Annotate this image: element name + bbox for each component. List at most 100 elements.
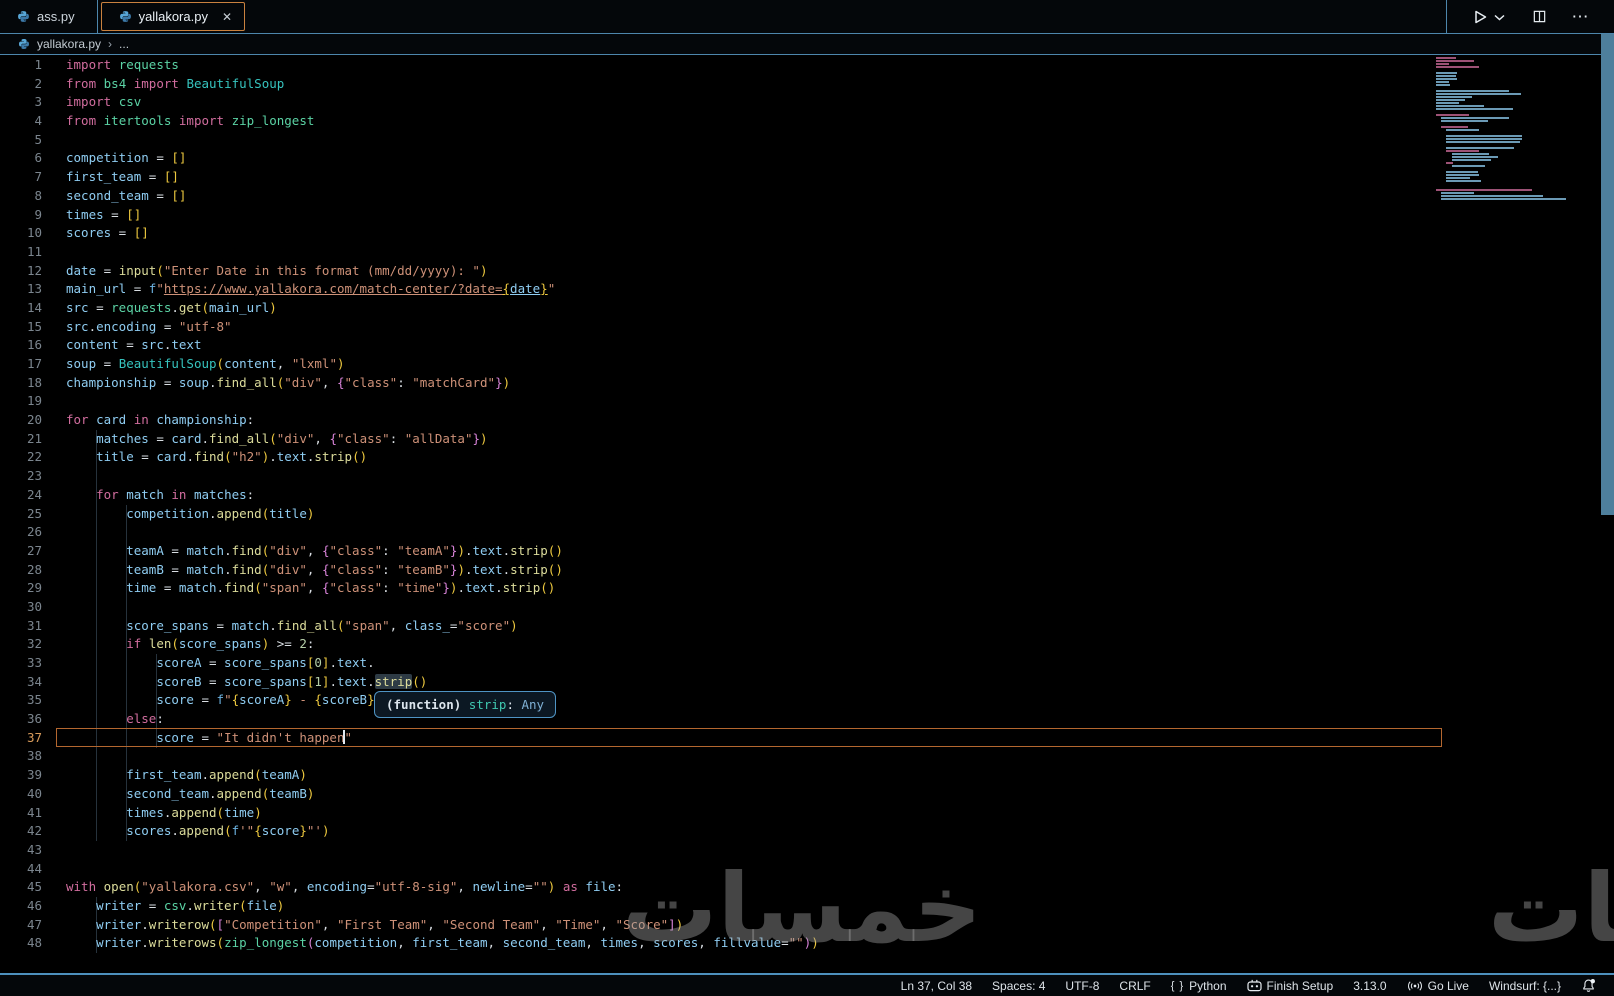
- code-line-3[interactable]: 3 import csv: [0, 93, 1614, 112]
- code-line-1[interactable]: 1 import requests: [0, 56, 1614, 75]
- code-line-13[interactable]: 13 main_url = f"https://www.yallakora.com…: [0, 280, 1614, 299]
- code-line-43[interactable]: 43: [0, 841, 1614, 860]
- line-number[interactable]: 22: [0, 448, 42, 467]
- code-line-24[interactable]: 24 for match in matches:: [0, 486, 1614, 505]
- line-number[interactable]: 24: [0, 486, 42, 505]
- line-number[interactable]: 44: [0, 860, 42, 879]
- line-number[interactable]: 21: [0, 430, 42, 449]
- line-number[interactable]: 40: [0, 785, 42, 804]
- line-number[interactable]: 33: [0, 654, 42, 673]
- code-line-2[interactable]: 2 from bs4 import BeautifulSoup: [0, 75, 1614, 94]
- code-line-29[interactable]: 29 time = match.find("span", {"class": "…: [0, 579, 1614, 598]
- code-line-23[interactable]: 23: [0, 467, 1614, 486]
- code-line-5[interactable]: 5: [0, 131, 1614, 150]
- code-line-28[interactable]: 28 teamB = match.find("div", {"class": "…: [0, 561, 1614, 580]
- code-line-39[interactable]: 39 first_team.append(teamA): [0, 766, 1614, 785]
- status-go-live[interactable]: Go Live: [1397, 979, 1479, 993]
- line-number[interactable]: 27: [0, 542, 42, 561]
- code-line-35[interactable]: 35 score = f"{scoreA} - {scoreB}": [0, 691, 1614, 710]
- status-eol[interactable]: CRLF: [1109, 979, 1160, 993]
- line-number[interactable]: 48: [0, 934, 42, 953]
- line-number[interactable]: 23: [0, 467, 42, 486]
- minimap[interactable]: [1436, 57, 1598, 201]
- code-line-9[interactable]: 9 times = []: [0, 206, 1614, 225]
- code-line-48[interactable]: 48 writer.writerows(zip_longest(competit…: [0, 934, 1614, 953]
- status-python-version[interactable]: 3.13.0: [1343, 979, 1396, 993]
- line-number[interactable]: 5: [0, 131, 42, 150]
- line-number[interactable]: 42: [0, 822, 42, 841]
- status-cursor-position[interactable]: Ln 37, Col 38: [891, 979, 982, 993]
- code-line-36[interactable]: 36 else:: [0, 710, 1614, 729]
- line-number[interactable]: 31: [0, 617, 42, 636]
- line-number[interactable]: 4: [0, 112, 42, 131]
- line-number[interactable]: 29: [0, 579, 42, 598]
- code-line-38[interactable]: 38: [0, 747, 1614, 766]
- breadcrumb-symbol[interactable]: ...: [119, 37, 129, 51]
- status-finish-setup[interactable]: Finish Setup: [1237, 979, 1344, 993]
- line-number[interactable]: 41: [0, 804, 42, 823]
- line-number[interactable]: 13: [0, 280, 42, 299]
- line-number[interactable]: 36: [0, 710, 42, 729]
- code-line-40[interactable]: 40 second_team.append(teamB): [0, 785, 1614, 804]
- line-number[interactable]: 28: [0, 561, 42, 580]
- code-line-20[interactable]: 20 for card in championship:: [0, 411, 1614, 430]
- code-line-31[interactable]: 31 score_spans = match.find_all("span", …: [0, 617, 1614, 636]
- line-number[interactable]: 20: [0, 411, 42, 430]
- line-number[interactable]: 19: [0, 392, 42, 411]
- line-number[interactable]: 10: [0, 224, 42, 243]
- code-line-14[interactable]: 14 src = requests.get(main_url): [0, 299, 1614, 318]
- code-line-11[interactable]: 11: [0, 243, 1614, 262]
- code-line-19[interactable]: 19: [0, 392, 1614, 411]
- code-line-16[interactable]: 16 content = src.text: [0, 336, 1614, 355]
- code-line-46[interactable]: 46 writer = csv.writer(file): [0, 897, 1614, 916]
- status-indentation[interactable]: Spaces: 4: [982, 979, 1055, 993]
- line-number[interactable]: 16: [0, 336, 42, 355]
- run-button[interactable]: [1472, 9, 1508, 25]
- code-line-34[interactable]: 34 scoreB = score_spans[1].text.strip(): [0, 673, 1614, 692]
- line-number[interactable]: 35: [0, 691, 42, 710]
- split-editor-icon[interactable]: [1532, 9, 1547, 24]
- line-number[interactable]: 39: [0, 766, 42, 785]
- code-line-26[interactable]: 26: [0, 523, 1614, 542]
- line-number[interactable]: 17: [0, 355, 42, 374]
- scrollbar-thumb[interactable]: [1601, 34, 1614, 515]
- code-line-18[interactable]: 18 championship = soup.find_all("div", {"…: [0, 374, 1614, 393]
- status-windsurf[interactable]: Windsurf: {...}: [1479, 979, 1571, 993]
- code-line-8[interactable]: 8 second_team = []: [0, 187, 1614, 206]
- code-line-17[interactable]: 17 soup = BeautifulSoup(content, "lxml"): [0, 355, 1614, 374]
- line-number[interactable]: 1: [0, 56, 42, 75]
- code-line-12[interactable]: 12 date = input("Enter Date in this forma…: [0, 262, 1614, 281]
- code-line-27[interactable]: 27 teamA = match.find("div", {"class": "…: [0, 542, 1614, 561]
- line-number[interactable]: 32: [0, 635, 42, 654]
- code-line-33[interactable]: 33 scoreA = score_spans[0].text.: [0, 654, 1614, 673]
- code-line-7[interactable]: 7 first_team = []: [0, 168, 1614, 187]
- status-encoding[interactable]: UTF-8: [1055, 979, 1109, 993]
- notifications-bell-icon[interactable]: [1571, 978, 1606, 993]
- code-line-45[interactable]: 45 with open("yallakora.csv", "w", encodi…: [0, 878, 1614, 897]
- code-line-25[interactable]: 25 competition.append(title): [0, 505, 1614, 524]
- line-number[interactable]: 9: [0, 206, 42, 225]
- code-line-4[interactable]: 4 from itertools import zip_longest: [0, 112, 1614, 131]
- code-line-15[interactable]: 15 src.encoding = "utf-8": [0, 318, 1614, 337]
- line-number[interactable]: 18: [0, 374, 42, 393]
- line-number[interactable]: 12: [0, 262, 42, 281]
- code-line-10[interactable]: 10 scores = []: [0, 224, 1614, 243]
- more-actions-icon[interactable]: ⋯: [1572, 8, 1590, 25]
- code-line-42[interactable]: 42 scores.append(f'"{score}"'): [0, 822, 1614, 841]
- code-line-41[interactable]: 41 times.append(time): [0, 804, 1614, 823]
- tab-ass-py[interactable]: ass.py: [0, 0, 98, 33]
- code-line-30[interactable]: 30: [0, 598, 1614, 617]
- code-line-32[interactable]: 32 if len(score_spans) >= 2:: [0, 635, 1614, 654]
- code-line-6[interactable]: 6 competition = []: [0, 149, 1614, 168]
- code-editor[interactable]: 1 import requests 2 from bs4 import Beautif…: [0, 55, 1614, 973]
- line-number[interactable]: 6: [0, 149, 42, 168]
- status-language[interactable]: { } Python: [1161, 979, 1237, 993]
- code-line-44[interactable]: 44: [0, 860, 1614, 879]
- tab-yallakora-py[interactable]: yallakora.py ✕: [100, 2, 246, 31]
- line-number[interactable]: 45: [0, 878, 42, 897]
- line-number[interactable]: 47: [0, 916, 42, 935]
- line-number[interactable]: 25: [0, 505, 42, 524]
- line-number[interactable]: 38: [0, 747, 42, 766]
- close-icon[interactable]: ✕: [222, 10, 232, 24]
- code-area[interactable]: 1 import requests 2 from bs4 import Beautif…: [0, 56, 1614, 953]
